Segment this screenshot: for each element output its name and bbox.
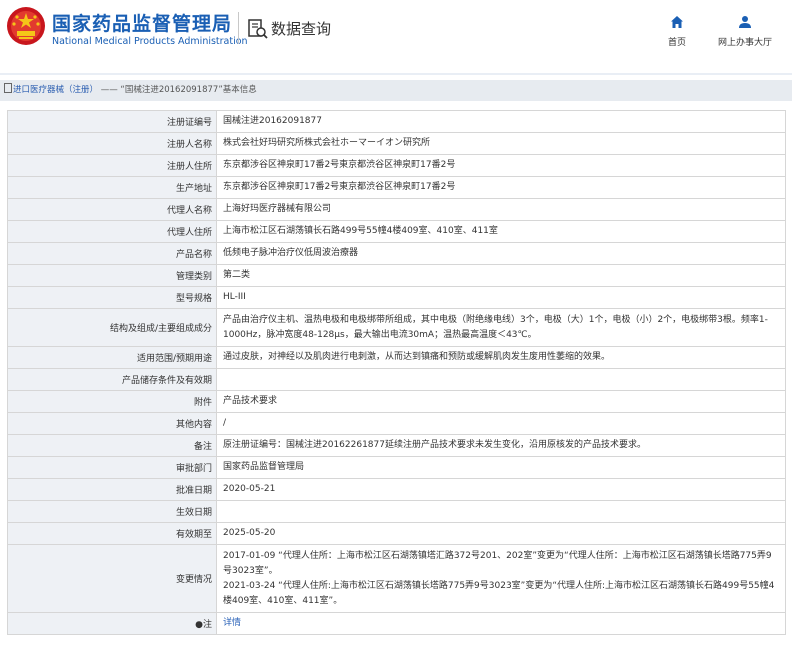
field-label: 注册人名称 xyxy=(7,132,217,155)
note-value: 详情 xyxy=(216,612,786,635)
field-value: 原注册证编号：国械注进20162261877延续注册产品技术要求未发生变化，沿用… xyxy=(216,434,786,457)
details-link[interactable]: 详情 xyxy=(223,618,241,628)
field-value xyxy=(216,368,786,391)
field-value: 株式会社好玛研究所株式会社ホーマーイオン研究所 xyxy=(216,132,786,155)
field-value xyxy=(216,500,786,523)
table-row: 审批部门 国家药品监督管理局 xyxy=(7,456,786,479)
table-row: 生效日期 xyxy=(7,500,786,523)
table-row: 结构及组成/主要组成成分 产品由治疗仪主机、温热电极和电极绑带所组成，其中电极（附… xyxy=(7,308,786,347)
site-header: 国家药品监督管理局 National Medical Products Admi… xyxy=(0,0,792,75)
nav-home[interactable]: 首页 xyxy=(662,14,692,48)
field-value: HL-III xyxy=(216,286,786,309)
brand-title-en: National Medical Products Administration xyxy=(52,36,248,47)
table-row: 注册人住所 东京都涉谷区神泉町17番2号東京都渋谷区神泉町17番2号 xyxy=(7,154,786,177)
field-label: 适用范围/预期用途 xyxy=(7,346,217,369)
table-row: 产品储存条件及有效期 xyxy=(7,368,786,391)
field-value: 上海市松江区石湖荡镇长石路499号55幢4楼409室、410室、411室 xyxy=(216,220,786,243)
field-label: 代理人名称 xyxy=(7,198,217,221)
table-row: 代理人名称 上海好玛医疗器械有限公司 xyxy=(7,198,786,221)
breadcrumb-current: “国械注进20162091877”基本信息 xyxy=(120,85,257,95)
field-value: 国家药品监督管理局 xyxy=(216,456,786,479)
home-icon xyxy=(671,16,683,28)
table-row: 型号规格 HL-III xyxy=(7,286,786,309)
bullet-icon: ● xyxy=(195,620,203,630)
registration-detail-table: 注册证编号 国械注进20162091877 注册人名称 株式会社好玛研究所株式会社ホ… xyxy=(7,110,786,635)
breadcrumb-link-import-devices[interactable]: 进口医疗器械（注册） xyxy=(13,85,98,95)
table-row: 有效期至 2025-05-20 xyxy=(7,522,786,545)
field-label: 注册证编号 xyxy=(7,110,217,133)
field-label: 代理人住所 xyxy=(7,220,217,243)
brand-title-cn: 国家药品监督管理局 xyxy=(52,13,233,35)
table-row: 批准日期 2020-05-21 xyxy=(7,478,786,501)
field-label: 生产地址 xyxy=(7,176,217,199)
field-label: 结构及组成/主要组成成分 xyxy=(7,308,217,347)
nav-home-label: 首页 xyxy=(667,38,686,48)
document-search-icon xyxy=(248,19,268,39)
field-label: 产品储存条件及有效期 xyxy=(7,368,217,391)
field-value: 第二类 xyxy=(216,264,786,287)
field-value: 低频电子脉冲治疗仪低周波治療器 xyxy=(216,242,786,265)
table-row: 注册人名称 株式会社好玛研究所株式会社ホーマーイオン研究所 xyxy=(7,132,786,155)
table-row: 产品名称 低频电子脉冲治疗仪低周波治療器 xyxy=(7,242,786,265)
table-row: 其他内容 / xyxy=(7,412,786,435)
field-value: 2020-05-21 xyxy=(216,478,786,501)
field-value: 东京都涉谷区神泉町17番2号東京都渋谷区神泉町17番2号 xyxy=(216,154,786,177)
document-icon xyxy=(4,83,12,93)
field-label: 备注 xyxy=(7,434,217,457)
field-value: 国械注进20162091877 xyxy=(216,110,786,133)
field-label: 变更情况 xyxy=(7,544,217,613)
field-label: 注册人住所 xyxy=(7,154,217,177)
change-history: 2017-01-09 “代理人住所：上海市松江区石湖荡镇塔汇路372号201、2… xyxy=(216,544,786,613)
change-entry: 2017-01-09 “代理人住所：上海市松江区石湖荡镇塔汇路372号201、2… xyxy=(223,550,772,576)
table-row: 备注 原注册证编号：国械注进20162261877延续注册产品技术要求未发生变化，… xyxy=(7,434,786,457)
field-label: 型号规格 xyxy=(7,286,217,309)
field-value: 产品技术要求 xyxy=(216,390,786,413)
note-row: ●注 详情 xyxy=(7,612,786,635)
note-label: 注 xyxy=(202,620,212,630)
breadcrumb: 进口医疗器械（注册） —— “国械注进20162091877”基本信息 xyxy=(0,80,792,101)
field-value: 2025-05-20 xyxy=(216,522,786,545)
table-row: 附件 产品技术要求 xyxy=(7,390,786,413)
table-row: 代理人住所 上海市松江区石湖荡镇长石路499号55幢4楼409室、410室、411… xyxy=(7,220,786,243)
field-value: 通过皮肤，对神经以及肌肉进行电刺激，从而达到镇痛和预防或缓解肌肉发生废用性萎缩的… xyxy=(216,346,786,369)
field-label: 审批部门 xyxy=(7,456,217,479)
table-row: 管理类别 第二类 xyxy=(7,264,786,287)
field-label: 产品名称 xyxy=(7,242,217,265)
field-label: 其他内容 xyxy=(7,412,217,435)
header-underline xyxy=(0,73,792,75)
field-value: / xyxy=(216,412,786,435)
change-entry: 2021-03-24 “代理人住所:上海市松江区石湖荡镇长塔路775弄9号302… xyxy=(223,580,775,606)
field-label: 附件 xyxy=(7,390,217,413)
nav-online-hall[interactable]: 网上办事大厅 xyxy=(714,14,776,48)
field-value: 产品由治疗仪主机、温热电极和电极绑带所组成，其中电极（附绝缘电线）3个，电极（大… xyxy=(216,308,786,347)
table-row: 生产地址 东京都涉谷区神泉町17番2号東京都渋谷区神泉町17番2号 xyxy=(7,176,786,199)
field-label: 批准日期 xyxy=(7,478,217,501)
user-icon xyxy=(739,16,751,28)
change-history-row: 变更情况 2017-01-09 “代理人住所：上海市松江区石湖荡镇塔汇路372号… xyxy=(7,544,786,613)
breadcrumb-separator: —— xyxy=(98,85,121,95)
field-value: 东京都涉谷区神泉町17番2号東京都渋谷区神泉町17番2号 xyxy=(216,176,786,199)
field-label: 生效日期 xyxy=(7,500,217,523)
header-divider xyxy=(238,12,239,44)
table-row: 注册证编号 国械注进20162091877 xyxy=(7,110,786,133)
national-emblem-icon xyxy=(7,7,45,45)
field-label: 有效期至 xyxy=(7,522,217,545)
table-row: 适用范围/预期用途 通过皮肤，对神经以及肌肉进行电刺激，从而达到镇痛和预防或缓解肌… xyxy=(7,346,786,369)
page-section-title: 数据查询 xyxy=(271,20,332,38)
field-label: 管理类别 xyxy=(7,264,217,287)
field-value: 上海好玛医疗器械有限公司 xyxy=(216,198,786,221)
nav-online-hall-label: 网上办事大厅 xyxy=(717,38,772,48)
note-label-cell: ●注 xyxy=(7,612,217,635)
